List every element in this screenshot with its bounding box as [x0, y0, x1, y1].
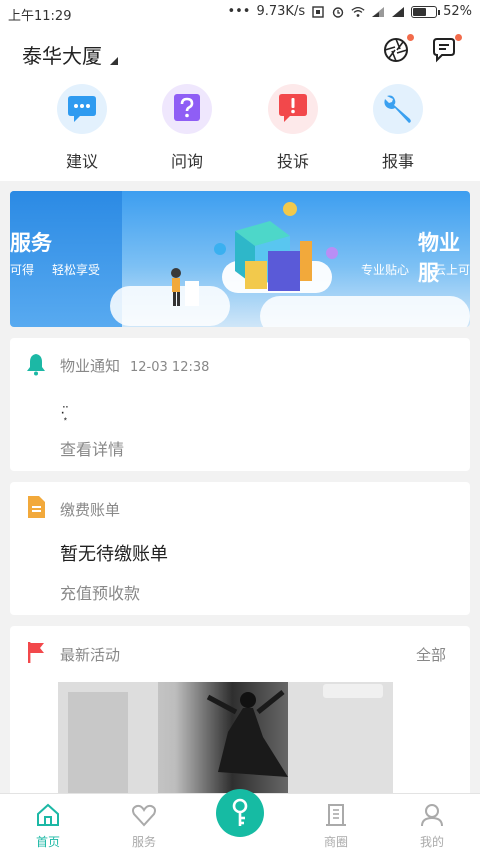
wifi-icon	[351, 6, 365, 17]
banner-right-sub-1: 专业贴心	[361, 263, 410, 277]
bill-title: 缴费账单	[60, 501, 121, 519]
nav-service[interactable]: 服务	[114, 802, 174, 850]
user-icon	[421, 804, 443, 827]
notice-detail-link[interactable]: 查看详情	[60, 436, 124, 460]
notice-card[interactable]: 物业通知 12-03 12:38 ·͙̈ 查看详情	[10, 338, 470, 471]
building-selector[interactable]: 泰华大厦	[22, 40, 118, 69]
network-speed: 9.73K/s	[256, 4, 306, 19]
recharge-link[interactable]: 充值预收款	[60, 580, 140, 604]
messages-notification-dot	[455, 34, 462, 41]
key-button[interactable]	[216, 789, 264, 837]
message-bubble-icon	[433, 38, 455, 63]
activity-image[interactable]	[58, 682, 393, 801]
nav-home[interactable]: 首页	[18, 802, 78, 850]
quick-inquiry-label: 问询	[170, 152, 203, 171]
banner-right-sub-2: 云上可	[434, 263, 470, 277]
question-icon	[162, 84, 212, 134]
activity-all-link[interactable]: 全部	[416, 644, 446, 665]
nav-service-label: 服务	[131, 835, 156, 849]
quick-report-label: 报事	[381, 152, 414, 171]
quick-complaint-label: 投诉	[276, 152, 309, 171]
camera-notification-dot	[407, 34, 414, 41]
status-bar: 上午11:29 ••• 9.73K/s 52%	[0, 0, 480, 26]
header: 泰华大厦 建议 问询 投诉 报事	[0, 26, 480, 181]
document-icon	[28, 496, 45, 518]
battery-percent: 52%	[443, 4, 472, 19]
messages-button[interactable]	[430, 34, 462, 64]
alarm-icon	[332, 6, 344, 18]
signal-icon-1	[372, 6, 385, 17]
bill-card[interactable]: 缴费账单 暂无待缴账单 充值预收款	[10, 482, 470, 615]
building-icon	[326, 804, 346, 826]
banner-left-sub-1: 可得	[10, 263, 35, 277]
camera-shutter-button[interactable]	[382, 34, 414, 64]
heart-icon	[132, 804, 156, 827]
banner-right-title: 物业服	[418, 231, 460, 285]
building-name: 泰华大厦	[22, 44, 102, 68]
city-illustration	[171, 202, 338, 306]
nav-business-label: 商圈	[323, 835, 348, 849]
quick-suggestion-label: 建议	[65, 152, 98, 171]
home-icon	[37, 803, 59, 826]
notice-content: ·͙̈	[60, 402, 66, 421]
nav-profile-label: 我的	[419, 835, 444, 849]
notice-time: 12-03 12:38	[130, 360, 210, 375]
status-time: 上午11:29	[8, 9, 72, 24]
alert-icon	[268, 84, 318, 134]
quick-complaint[interactable]: 投诉	[253, 84, 333, 172]
activity-card: 最新活动 全部	[10, 626, 470, 801]
nav-profile[interactable]: 我的	[402, 802, 462, 850]
promo-banner[interactable]: 服务 可得 轻松享受 物业服 专业贴心 云上可	[10, 191, 470, 327]
more-dots-icon: •••	[227, 4, 251, 19]
quick-inquiry[interactable]: 问询	[147, 84, 227, 172]
flag-icon	[28, 642, 44, 663]
nav-home-label: 首页	[35, 835, 60, 849]
sim-icon	[312, 5, 324, 18]
quick-report[interactable]: 报事	[358, 84, 438, 172]
banner-left-title: 服务	[10, 231, 52, 255]
activity-title: 最新活动	[60, 646, 121, 664]
battery-icon	[411, 5, 441, 18]
notice-header: 物业通知 12-03 12:38	[60, 355, 209, 376]
notice-title: 物业通知	[60, 357, 121, 375]
quick-suggestion[interactable]: 建议	[42, 84, 122, 172]
key-icon	[232, 798, 248, 826]
bill-status: 暂无待缴账单	[60, 544, 168, 565]
suggestion-icon	[57, 84, 107, 134]
banner-left-sub-2: 轻松享受	[52, 263, 101, 277]
bell-icon	[27, 354, 45, 376]
banner-left-panel	[10, 191, 122, 327]
aperture-icon	[384, 38, 408, 62]
signal-icon-2	[392, 6, 405, 17]
caret-down-icon	[110, 57, 118, 65]
status-right: ••• 9.73K/s 52%	[227, 4, 472, 19]
dancer-photo	[58, 682, 393, 801]
nav-business[interactable]: 商圈	[306, 802, 366, 850]
wrench-icon	[373, 84, 423, 134]
